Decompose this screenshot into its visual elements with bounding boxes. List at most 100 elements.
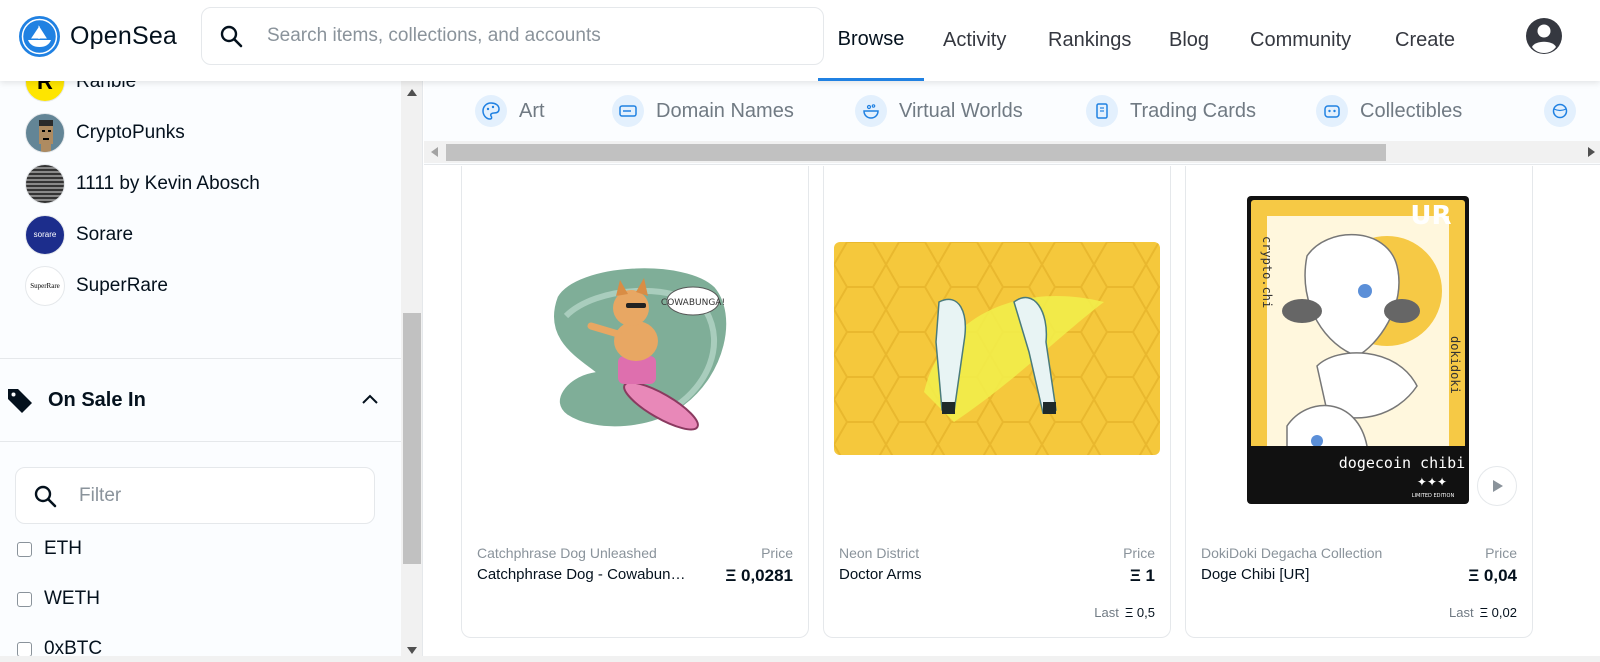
top-header: OpenSea Browse Activity Rankings Blog Co…	[0, 0, 1600, 81]
price-value: Ξ 1	[1129, 566, 1155, 585]
asset-collection-name[interactable]: Catchphrase Dog Unleashed	[477, 545, 657, 561]
search-icon	[34, 485, 57, 507]
asset-name[interactable]: Catchphrase Dog - Cowabunga!	[477, 566, 687, 583]
nav-blog[interactable]: Blog	[1169, 0, 1209, 81]
tab-label: Collectibles	[1360, 99, 1463, 122]
currency-filter-input[interactable]	[79, 484, 359, 507]
cards-icon	[1086, 95, 1118, 127]
sorare-avatar: sorare	[25, 214, 65, 255]
tab-virtual-worlds[interactable]: Virtual Worlds	[855, 95, 1023, 127]
opensea-logo[interactable]: OpenSea	[19, 16, 177, 57]
brand-name: OpenSea	[70, 22, 178, 50]
on-sale-in-section-header[interactable]: On Sale In	[0, 358, 401, 442]
scroll-up-arrow-icon[interactable]	[407, 89, 417, 96]
play-button[interactable]	[1477, 466, 1517, 506]
collection-item-1111[interactable]: 1111 by Kevin Abosch	[25, 158, 260, 209]
last-sale-value: Ξ 0,02	[1479, 605, 1517, 620]
asset-card[interactable]: Neon District Doctor Arms Price Ξ 1 Last…	[823, 166, 1171, 638]
cryptopunks-avatar	[25, 112, 65, 153]
asset-name[interactable]: Doge Chibi [UR]	[1201, 566, 1309, 583]
collection-label: 1111 by Kevin Abosch	[76, 172, 260, 194]
tab-label: Art	[519, 99, 545, 122]
category-tabs: Art Domain Names Virtual Worlds Trading …	[424, 81, 1600, 165]
collection-label: Rarible	[76, 81, 137, 92]
asset-collection-name[interactable]: Neon District	[839, 545, 919, 561]
speech-bubble-text: COWABUNGA!	[661, 298, 725, 308]
rarible-avatar: R	[25, 81, 65, 102]
collection-label: SuperRare	[76, 274, 168, 296]
last-sale-label: Last	[1094, 605, 1119, 620]
domain-card-icon	[612, 95, 644, 127]
side-text-left: crypto.chi	[1260, 236, 1274, 308]
currency-label: ETH	[44, 538, 82, 559]
collection-item-rarible[interactable]: R Rarible	[25, 81, 260, 107]
tab-domain-names[interactable]: Domain Names	[612, 95, 794, 127]
asset-image: COWABUNGA!	[536, 256, 746, 446]
scroll-right-arrow-icon[interactable]	[1588, 147, 1595, 157]
section-title: On Sale In	[48, 388, 146, 411]
checkbox[interactable]	[17, 641, 32, 657]
asset-card[interactable]: UR dogecoin chibi ✦✦✦ LIMITED EDITION cr…	[1185, 166, 1533, 638]
price-label: Price	[761, 545, 793, 561]
opensea-logo-icon	[19, 16, 60, 57]
rarity-text: UR	[1410, 201, 1451, 231]
asset-image	[834, 242, 1160, 455]
nav-community[interactable]: Community	[1250, 0, 1351, 81]
last-sale-label: Last	[1449, 605, 1474, 620]
collection-item-cryptopunks[interactable]: CryptoPunks	[25, 107, 260, 158]
1111-avatar	[25, 163, 65, 204]
scrollbar-thumb[interactable]	[403, 313, 421, 564]
category-scrollbar[interactable]	[424, 141, 1600, 163]
sports-icon	[1544, 95, 1576, 127]
tab-art[interactable]: Art	[475, 95, 545, 127]
world-bowl-icon	[855, 95, 887, 127]
filter-sidebar: R Rarible CryptoPunks 1111 by Kevin Abos…	[0, 81, 423, 662]
assets-grid: COWABUNGA! Catchphrase Dog Unleashed Cat…	[424, 166, 1600, 662]
asset-image: UR dogecoin chibi ✦✦✦ LIMITED EDITION cr…	[1247, 196, 1469, 504]
scrollbar-thumb[interactable]	[446, 144, 1386, 161]
nav-browse[interactable]: Browse	[818, 0, 924, 81]
tab-collectibles[interactable]: Collectibles	[1316, 95, 1462, 127]
last-sale: Last Ξ 0,02	[1449, 605, 1517, 620]
search-bar[interactable]	[201, 7, 824, 65]
checkbox[interactable]	[17, 541, 32, 557]
nav-create[interactable]: Create	[1395, 0, 1455, 81]
currency-option-weth[interactable]: WETH	[17, 588, 100, 610]
collection-item-superrare[interactable]: SuperRare SuperRare	[25, 260, 260, 311]
asset-collection-name[interactable]: DokiDoki Degacha Collection	[1201, 545, 1382, 561]
sidebar-scrollbar[interactable]	[401, 81, 422, 662]
scroll-left-arrow-icon[interactable]	[431, 147, 438, 157]
search-icon	[220, 25, 243, 48]
currency-label: WETH	[44, 588, 100, 609]
side-text-right: dokidoki	[1448, 336, 1462, 394]
account-icon[interactable]	[1525, 17, 1563, 55]
price-value: Ξ 0,04	[1468, 566, 1517, 585]
asset-name[interactable]: Doctor Arms	[839, 566, 922, 583]
nav-activity[interactable]: Activity	[943, 0, 1006, 81]
tab-label: Domain Names	[656, 99, 794, 122]
search-input[interactable]	[267, 25, 787, 47]
tab-trading-cards[interactable]: Trading Cards	[1086, 95, 1256, 127]
tab-label: Trading Cards	[1130, 99, 1256, 122]
checkbox[interactable]	[17, 591, 32, 607]
scroll-down-arrow-icon[interactable]	[407, 647, 417, 654]
price-label: Price	[1123, 545, 1155, 561]
price-label: Price	[1485, 545, 1517, 561]
collection-item-sorare[interactable]: sorare Sorare	[25, 209, 260, 260]
currency-filter-box[interactable]	[15, 467, 375, 524]
currency-option-eth[interactable]: ETH	[17, 538, 82, 560]
last-sale: Last Ξ 0,5	[1094, 605, 1155, 620]
tab-more[interactable]	[1544, 95, 1588, 127]
nav-rankings[interactable]: Rankings	[1048, 0, 1131, 81]
collection-label: CryptoPunks	[76, 121, 185, 143]
edition-text: LIMITED EDITION	[1412, 493, 1455, 499]
last-sale-value: Ξ 0,5	[1124, 605, 1155, 620]
collection-list: R Rarible CryptoPunks 1111 by Kevin Abos…	[25, 81, 260, 311]
card-title-text: dogecoin chibi	[1339, 454, 1465, 472]
chevron-up-icon[interactable]	[361, 391, 379, 409]
superrare-avatar: SuperRare	[25, 265, 65, 306]
collection-label: Sorare	[76, 223, 134, 245]
collectibles-icon	[1316, 95, 1348, 127]
window-bottom-edge	[0, 656, 1600, 662]
asset-card[interactable]: COWABUNGA! Catchphrase Dog Unleashed Cat…	[461, 166, 809, 638]
